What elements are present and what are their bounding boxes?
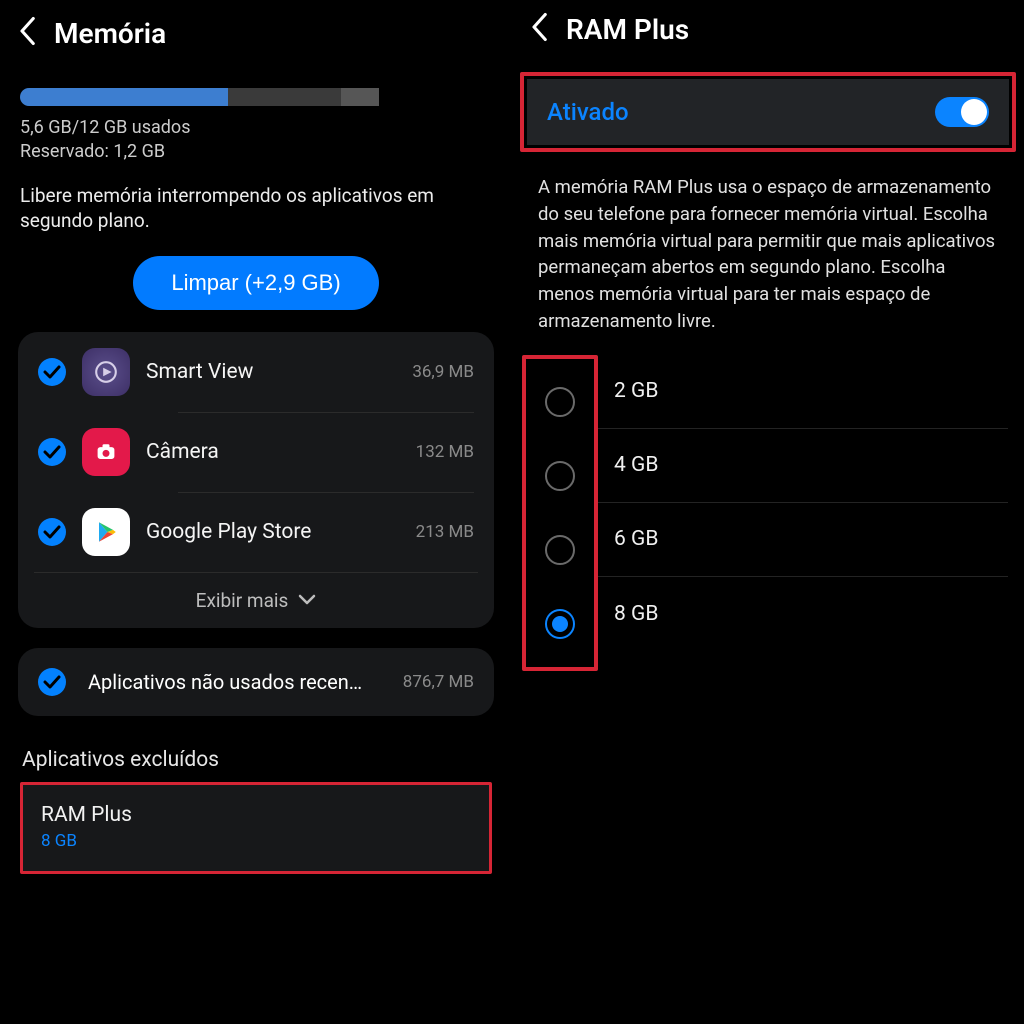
show-more-label: Exibir mais	[196, 589, 289, 612]
radio-highlight	[522, 355, 598, 671]
usage-text: 5,6 GB/12 GB usados	[20, 116, 492, 140]
page-title: RAM Plus	[566, 13, 689, 46]
apps-card: Smart View 36,9 MB Câmera 132 MB	[18, 332, 494, 628]
play-store-icon	[82, 508, 130, 556]
memory-screen: Memória 5,6 GB/12 GB usados Reservado: 1…	[0, 0, 512, 1024]
checkbox-checked-icon[interactable]	[38, 358, 66, 386]
back-icon[interactable]	[18, 16, 36, 50]
memory-progress-bar	[20, 88, 492, 106]
app-size: 213 MB	[416, 522, 474, 542]
excluded-title: Aplicativos excluídos	[22, 748, 492, 772]
appbar-ramplus: RAM Plus	[512, 0, 1024, 62]
activation-toggle-row[interactable]: Ativado	[527, 79, 1009, 145]
clear-button[interactable]: Limpar (+2,9 GB)	[133, 256, 378, 310]
hint-text: Libere memória interrompendo os aplicati…	[20, 183, 492, 234]
unused-label: Aplicativos não usados recen…	[88, 670, 381, 694]
unused-size: 876,7 MB	[403, 672, 474, 692]
ram-plus-screen: RAM Plus Ativado A memória RAM Plus usa …	[512, 0, 1024, 1024]
chevron-down-icon	[298, 594, 316, 606]
camera-icon	[82, 428, 130, 476]
checkbox-checked-icon[interactable]	[38, 668, 66, 696]
appbar-memory: Memória	[0, 0, 512, 66]
option-4gb[interactable]: 4 GB	[598, 429, 1008, 503]
app-name: Smart View	[146, 360, 396, 384]
activation-label: Ativado	[547, 98, 629, 126]
option-8gb[interactable]: 8 GB	[598, 577, 1008, 651]
unused-apps-row[interactable]: Aplicativos não usados recen… 876,7 MB	[18, 648, 494, 716]
radio-unchecked-icon[interactable]	[545, 387, 575, 417]
ram-plus-value: 8 GB	[41, 831, 471, 851]
checkbox-checked-icon[interactable]	[38, 518, 66, 546]
app-size: 132 MB	[416, 442, 474, 462]
list-item[interactable]: Google Play Store 213 MB	[18, 492, 494, 572]
toggle-on-icon[interactable]	[935, 97, 989, 127]
app-name: Câmera	[146, 440, 400, 464]
description-text: A memória RAM Plus usa o espaço de armaz…	[512, 152, 1024, 351]
page-title: Memória	[54, 17, 166, 50]
checkbox-checked-icon[interactable]	[38, 438, 66, 466]
option-6gb[interactable]: 6 GB	[598, 503, 1008, 577]
option-2gb[interactable]: 2 GB	[598, 355, 1008, 429]
list-item[interactable]: Smart View 36,9 MB	[18, 332, 494, 412]
unused-card: Aplicativos não usados recen… 876,7 MB	[18, 648, 494, 716]
show-more-button[interactable]: Exibir mais	[34, 572, 478, 628]
radio-unchecked-icon[interactable]	[545, 535, 575, 565]
list-item[interactable]: Câmera 132 MB	[18, 412, 494, 492]
reserved-text: Reservado: 1,2 GB	[20, 140, 492, 164]
smartview-icon	[82, 348, 130, 396]
back-icon[interactable]	[530, 12, 548, 46]
radio-unchecked-icon[interactable]	[545, 461, 575, 491]
ram-plus-item[interactable]: RAM Plus 8 GB	[20, 782, 492, 874]
app-name: Google Play Store	[146, 520, 400, 544]
radio-checked-icon[interactable]	[545, 609, 575, 639]
ram-plus-title: RAM Plus	[41, 803, 471, 827]
app-size: 36,9 MB	[412, 362, 474, 382]
ram-size-options: 2 GB 4 GB 6 GB 8 GB	[522, 355, 1024, 671]
